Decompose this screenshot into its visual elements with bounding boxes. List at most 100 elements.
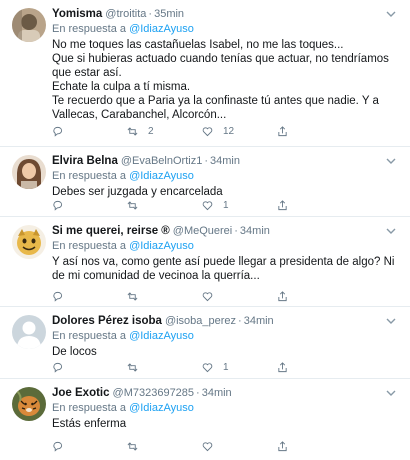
reply-icon	[53, 291, 63, 302]
reply-context: En respuesta a @IdiazAyuso	[52, 401, 400, 415]
tweet[interactable]: Dolores Pérez isoba @isoba_perez · 34min…	[0, 307, 410, 379]
reply-prefix: En respuesta a	[52, 23, 126, 35]
mention-link[interactable]: @IdiazAyuso	[129, 402, 194, 414]
reply-button[interactable]	[52, 291, 127, 302]
reply-button[interactable]	[52, 362, 127, 373]
avatar[interactable]	[12, 8, 46, 42]
retweet-button[interactable]: 2	[127, 126, 202, 137]
share-icon	[278, 290, 287, 301]
reply-context: En respuesta a @IdiazAyuso	[52, 22, 400, 36]
retweet-count: 2	[148, 125, 154, 137]
reply-button[interactable]	[52, 441, 127, 452]
tweet[interactable]: Joe Exotic @M7323697285 · 34min En respu…	[0, 379, 410, 460]
retweet-icon	[127, 201, 138, 209]
tweet[interactable]: Elvira Belna @EvaBelnOrtiz1 · 34min En r…	[0, 147, 410, 217]
reply-prefix: En respuesta a	[52, 240, 126, 252]
author-name[interactable]: Dolores Pérez isoba	[52, 314, 162, 328]
reply-context: En respuesta a @IdiazAyuso	[52, 329, 400, 343]
tweet-line: Y así nos va, como gente así puede llega…	[52, 256, 395, 282]
retweet-icon	[127, 127, 138, 135]
like-button[interactable]: 1	[202, 200, 277, 211]
retweet-icon	[127, 292, 138, 300]
like-count: 12	[223, 125, 235, 137]
like-button[interactable]: 12	[202, 126, 277, 137]
reply-icon	[53, 200, 63, 211]
retweet-icon	[127, 363, 138, 371]
timestamp[interactable]: 34min	[202, 386, 232, 400]
retweet-button[interactable]	[127, 291, 202, 302]
chevron-down-icon[interactable]	[384, 314, 398, 328]
like-button[interactable]	[202, 441, 277, 452]
reply-button[interactable]	[52, 126, 127, 137]
timestamp[interactable]: 34min	[244, 314, 274, 328]
share-button[interactable]	[277, 440, 297, 452]
mention-link[interactable]: @IdiazAyuso	[129, 170, 194, 182]
author-name[interactable]: Si me querei, reirse ®	[52, 224, 170, 238]
tweet-line: No me toques las castañuelas Isabel, no …	[52, 39, 344, 51]
separator-dot: ·	[204, 155, 208, 167]
reply-icon	[53, 362, 63, 373]
timestamp[interactable]: 34min	[240, 224, 270, 238]
avatar[interactable]	[12, 225, 46, 259]
retweet-button[interactable]	[127, 441, 202, 452]
tweet-line: Debes ser juzgada y encarcelada	[52, 186, 223, 198]
tweet[interactable]: Yomisma @troitita · 35min En respuesta a…	[0, 0, 410, 147]
tweet-line: De locos	[52, 346, 97, 358]
mention-link[interactable]: @IdiazAyuso	[129, 330, 194, 342]
timestamp[interactable]: 35min	[154, 7, 184, 21]
share-icon	[278, 125, 287, 136]
avatar[interactable]	[12, 387, 46, 421]
tweet[interactable]: Si me querei, reirse ® @MeQuerei · 34min…	[0, 217, 410, 307]
author-name[interactable]: Yomisma	[52, 7, 102, 21]
tweet-line: Estás enferma	[52, 418, 127, 430]
tweet-text: De locos	[52, 345, 400, 359]
like-button[interactable]	[202, 291, 277, 302]
heart-icon	[202, 362, 213, 372]
share-button[interactable]	[277, 125, 297, 137]
mention-link[interactable]: @IdiazAyuso	[129, 240, 194, 252]
author-handle[interactable]: @MeQuerei	[173, 224, 232, 238]
heart-icon	[202, 126, 213, 136]
author-handle[interactable]: @EvaBelnOrtiz1	[121, 154, 202, 168]
share-icon	[278, 199, 287, 210]
chevron-down-icon[interactable]	[384, 154, 398, 168]
chevron-down-icon[interactable]	[384, 7, 398, 21]
author-name[interactable]: Joe Exotic	[52, 386, 110, 400]
separator-dot: ·	[196, 387, 200, 399]
tweet-text: No me toques las castañuelas Isabel, no …	[52, 38, 400, 122]
tweet-text: Estás enferma	[52, 417, 400, 431]
reply-context: En respuesta a @IdiazAyuso	[52, 239, 400, 253]
tweet-line: Echate la culpa a tí misma.	[52, 81, 191, 93]
share-button[interactable]	[277, 199, 297, 211]
retweet-button[interactable]	[127, 200, 202, 211]
heart-icon	[202, 441, 213, 451]
heart-icon	[202, 291, 213, 301]
heart-icon	[202, 200, 213, 210]
author-handle[interactable]: @M7323697285	[113, 386, 195, 400]
share-button[interactable]	[277, 290, 297, 302]
author-name[interactable]: Elvira Belna	[52, 154, 118, 168]
reply-icon	[53, 441, 63, 452]
reply-context: En respuesta a @IdiazAyuso	[52, 169, 400, 183]
retweet-button[interactable]	[127, 362, 202, 373]
retweet-icon	[127, 442, 138, 450]
share-icon	[278, 361, 287, 372]
share-button[interactable]	[277, 361, 297, 373]
reply-prefix: En respuesta a	[52, 402, 126, 414]
avatar[interactable]	[12, 155, 46, 189]
like-count: 1	[223, 361, 229, 373]
like-count: 1	[223, 199, 229, 211]
mention-link[interactable]: @IdiazAyuso	[129, 23, 194, 35]
chevron-down-icon[interactable]	[384, 386, 398, 400]
reply-icon	[53, 126, 63, 137]
chevron-down-icon[interactable]	[384, 224, 398, 238]
like-button[interactable]: 1	[202, 362, 277, 373]
timestamp[interactable]: 34min	[210, 154, 240, 168]
separator-dot: ·	[234, 225, 238, 237]
tweet-text: Y así nos va, como gente así puede llega…	[52, 255, 400, 283]
author-handle[interactable]: @isoba_perez	[165, 314, 236, 328]
avatar[interactable]	[12, 315, 46, 349]
tweet-text: Debes ser juzgada y encarcelada	[52, 185, 400, 199]
reply-button[interactable]	[52, 200, 127, 211]
author-handle[interactable]: @troitita	[105, 7, 146, 21]
